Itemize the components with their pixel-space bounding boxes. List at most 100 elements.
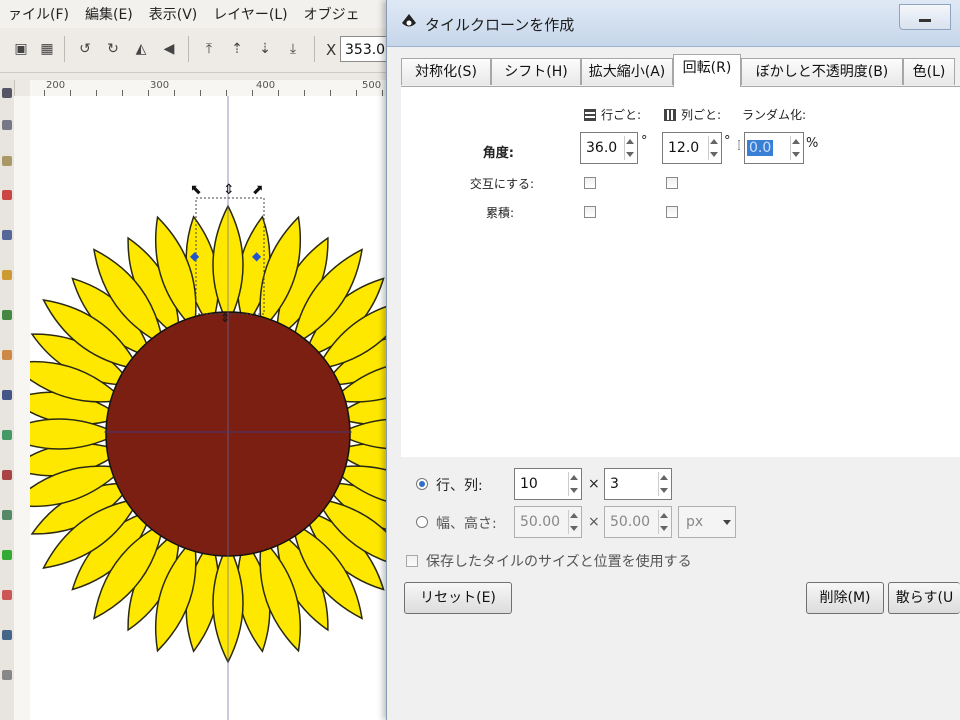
selector-tool-icon[interactable]	[2, 88, 12, 98]
per-column-icon	[664, 108, 676, 121]
dialog-title: タイルクローンを作成	[425, 16, 575, 34]
sunflower-petal[interactable]	[30, 418, 120, 450]
width-height-radio[interactable]	[416, 516, 428, 528]
times-symbol: ×	[588, 514, 600, 530]
select-all-layers-icon[interactable]: ▦	[36, 38, 58, 60]
tab-blur-opacity[interactable]: ぼかしと不透明度(B)	[741, 58, 903, 85]
toolbar-separator	[64, 36, 65, 62]
node-tool-icon[interactable]	[2, 120, 12, 130]
spinner-arrows-icon[interactable]	[568, 510, 579, 534]
x-coordinate-input[interactable]: 353.00	[340, 36, 390, 62]
spray-tool-icon[interactable]	[2, 550, 12, 560]
cumulate-label: 累積:	[485, 206, 514, 220]
cumulate-per-row-checkbox[interactable]	[584, 206, 596, 218]
tab-symmetry[interactable]: 対称化(S)	[401, 58, 491, 85]
scale-handle-ne-icon[interactable]: ⬈	[252, 182, 264, 198]
unit-value: px	[686, 514, 704, 530]
angle-label: 角度:	[482, 146, 514, 161]
spiral-tool-icon[interactable]	[2, 350, 12, 360]
angle-random-value: 0.0	[747, 140, 774, 156]
lower-to-bottom-icon[interactable]: ⤓	[282, 38, 304, 60]
zoom-tool-icon[interactable]	[2, 190, 12, 200]
menu-layer[interactable]: レイヤー(L)	[205, 4, 295, 24]
alternate-per-column-checkbox[interactable]	[666, 177, 678, 189]
spinner-arrows-icon[interactable]	[624, 136, 635, 160]
use-saved-size-checkbox[interactable]	[406, 555, 418, 567]
sunflower-drawing: ⬉ ⇕ ⬈ ◆ ◆ ⇕	[30, 96, 390, 720]
tab-color[interactable]: 色(L)	[903, 58, 955, 85]
degree-unit: °	[724, 134, 731, 149]
rect-tool-icon[interactable]	[2, 230, 12, 240]
times-symbol: ×	[588, 476, 600, 492]
delete-button[interactable]: 削除(M)	[806, 582, 884, 614]
tweak-tool-icon[interactable]	[2, 156, 12, 166]
raise-icon[interactable]: ⇡	[226, 38, 248, 60]
gradient-tool-icon[interactable]	[2, 670, 12, 680]
rotate-cw-icon[interactable]: ↻	[102, 38, 124, 60]
spinner-arrows-icon[interactable]	[708, 136, 719, 160]
menu-bar: ァイル(F) 編集(E) 表示(V) レイヤー(L) オブジェ	[0, 0, 390, 29]
angle-per-row-spinner[interactable]: 36.0	[580, 132, 638, 164]
pen-tool-icon[interactable]	[2, 430, 12, 440]
angle-per-column-spinner[interactable]: 12.0	[662, 132, 722, 164]
node-handle-left-icon[interactable]: ◆	[190, 249, 200, 263]
spinner-arrows-icon[interactable]	[790, 136, 801, 160]
spinner-arrows-icon[interactable]	[658, 510, 669, 534]
width-spinner[interactable]: 50.00	[514, 506, 582, 538]
scale-handle-s-icon[interactable]: ⇕	[220, 311, 230, 325]
vertical-ruler[interactable]	[14, 96, 31, 720]
menu-view[interactable]: 表示(V)	[141, 4, 206, 24]
select-all-icon[interactable]: ▣	[10, 38, 32, 60]
reset-button[interactable]: リセット(E)	[404, 582, 512, 614]
tab-scale[interactable]: 拡大縮小(A)	[581, 58, 673, 85]
horizontal-ruler[interactable]: 200 300 400 500	[30, 80, 390, 97]
ruler-label: 400	[256, 80, 276, 91]
scale-handle-n-icon[interactable]: ⇕	[223, 182, 235, 198]
rows-spinner[interactable]: 10	[514, 468, 582, 500]
node-handle-right-icon[interactable]: ◆	[252, 249, 262, 263]
toolbox	[0, 80, 15, 720]
x-label: X	[326, 41, 337, 59]
per-row-label: 行ごと:	[601, 108, 642, 122]
alternate-per-row-checkbox[interactable]	[584, 177, 596, 189]
cols-value: 3	[610, 476, 619, 492]
eraser-tool-icon[interactable]	[2, 590, 12, 600]
pencil-tool-icon[interactable]	[2, 390, 12, 400]
rows-cols-radio[interactable]	[416, 478, 428, 490]
spinner-arrows-icon[interactable]	[568, 472, 579, 496]
text-cursor-icon	[738, 140, 740, 150]
drawing-canvas[interactable]: ⬉ ⇕ ⬈ ◆ ◆ ⇕	[30, 96, 390, 720]
angle-random-spinner[interactable]: 0.0	[744, 132, 804, 164]
menu-object[interactable]: オブジェ	[296, 4, 368, 24]
spinner-arrows-icon[interactable]	[658, 472, 669, 496]
scatter-button[interactable]: 散らす(U	[888, 582, 960, 614]
toolbar-separator	[188, 36, 189, 62]
text-tool-icon[interactable]	[2, 510, 12, 520]
menu-edit[interactable]: 編集(E)	[77, 4, 141, 24]
cumulate-per-column-checkbox[interactable]	[666, 206, 678, 218]
angle-per-row-value: 36.0	[586, 140, 618, 156]
raise-to-top-icon[interactable]: ⤒	[198, 38, 220, 60]
scale-handle-nw-icon[interactable]: ⬉	[190, 182, 202, 198]
lower-icon[interactable]: ⇣	[254, 38, 276, 60]
cols-spinner[interactable]: 3	[604, 468, 672, 500]
minimize-button[interactable]	[899, 4, 951, 30]
per-row-icon	[584, 108, 596, 121]
calligraphy-tool-icon[interactable]	[2, 470, 12, 480]
tab-shift[interactable]: シフト(H)	[491, 58, 581, 85]
tab-bar: 対称化(S) シフト(H) 拡大縮小(A) 回転(R) ぼかしと不透明度(B) …	[401, 54, 960, 87]
unit-select[interactable]: px	[678, 506, 736, 538]
flip-horizontal-icon[interactable]: ◭	[130, 38, 152, 60]
ellipse-tool-icon[interactable]	[2, 270, 12, 280]
percent-unit: %	[806, 136, 819, 151]
height-spinner[interactable]: 50.00	[604, 506, 672, 538]
tab-rotation[interactable]: 回転(R)	[673, 54, 741, 87]
menu-file[interactable]: ァイル(F)	[0, 4, 77, 24]
star-tool-icon[interactable]	[2, 310, 12, 320]
chevron-down-icon	[723, 520, 731, 525]
minimize-icon	[919, 19, 931, 22]
flip-vertical-icon[interactable]: ◀	[158, 38, 180, 60]
dialog-titlebar[interactable]: タイルクローンを作成	[387, 0, 960, 47]
bucket-tool-icon[interactable]	[2, 630, 12, 640]
rotate-ccw-icon[interactable]: ↺	[74, 38, 96, 60]
